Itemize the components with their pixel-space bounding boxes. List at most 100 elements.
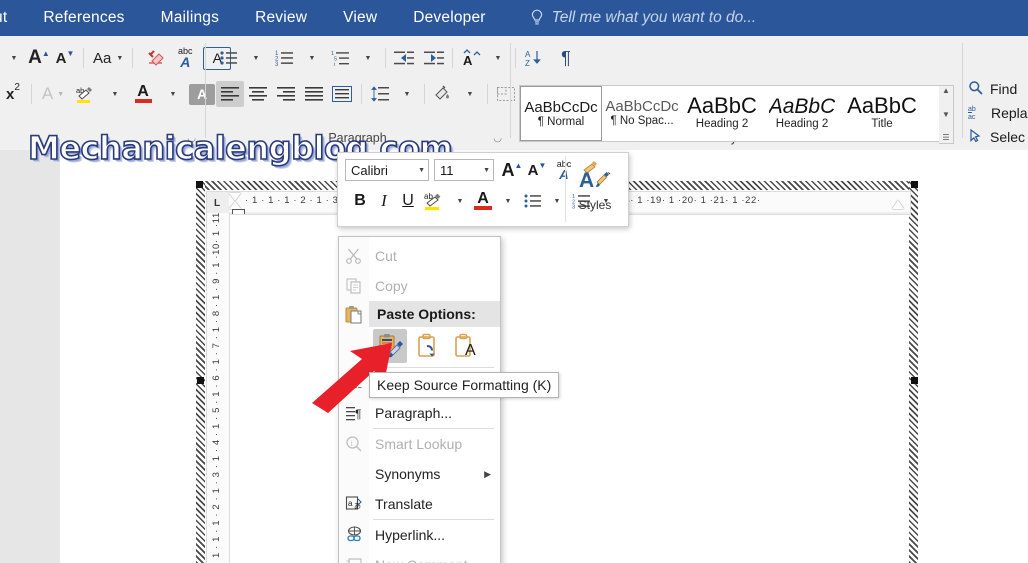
gallery-more-icon[interactable]: ☰	[942, 134, 949, 142]
tab-stop-selector[interactable]: L	[214, 198, 220, 209]
style-item-title[interactable]: AaBbC Title	[842, 86, 922, 139]
tab-review[interactable]: Review	[255, 9, 307, 27]
style-item-heading-2[interactable]: AaBbC Heading 2	[762, 86, 842, 139]
ribbon-tabs: ut References Mailings Review View Devel…	[0, 0, 1028, 36]
left-indent-marker[interactable]	[232, 209, 245, 214]
first-line-indent-marker[interactable]	[229, 193, 241, 201]
menu-item-synonyms[interactable]: Synonyms ▶	[339, 459, 500, 489]
mini-highlight-dropdown-arrow[interactable]: ▼	[448, 189, 470, 213]
mini-font-color-icon[interactable]: A	[470, 189, 496, 213]
text-outline-icon[interactable]: A ▼	[37, 81, 69, 107]
numbering-icon[interactable]: 123	[272, 45, 298, 71]
mini-styles-button[interactable]: A Styles	[565, 156, 624, 222]
font-color-icon[interactable]: A	[127, 81, 159, 107]
mini-bullets-dropdown-arrow[interactable]: ▼	[545, 189, 567, 213]
right-indent-marker[interactable]	[892, 200, 904, 209]
hanging-indent-marker[interactable]	[229, 201, 241, 209]
font-size-combo[interactable]: 11 ▼	[434, 159, 494, 181]
translate-icon: aあ	[339, 489, 369, 519]
style-name: Heading 2	[695, 118, 749, 130]
gallery-scroll-down-icon[interactable]: ▼	[942, 110, 950, 119]
italic-button[interactable]: I	[372, 189, 396, 213]
tab-references[interactable]: References	[43, 9, 124, 27]
superscript-2: 2	[14, 82, 20, 93]
font-size-value: 11	[440, 162, 454, 178]
resize-handle-top-right[interactable]	[911, 181, 918, 188]
menu-item-new-comment[interactable]: New Comment	[339, 550, 500, 563]
style-item-heading-1[interactable]: AaBbC Heading 2	[682, 86, 762, 139]
menu-item-cut[interactable]: Cut	[339, 241, 500, 271]
menu-label-synonyms: Synonyms	[375, 466, 441, 482]
grow-font-button[interactable]: A ▲	[26, 45, 52, 71]
phonetic-dropdown-arrow[interactable]: ▼	[484, 45, 510, 71]
phonetic-guide-icon[interactable]: A	[458, 45, 484, 71]
mini-shrink-font-button[interactable]: A ▼	[526, 158, 548, 182]
font-color-dropdown-arrow[interactable]: ▼	[159, 81, 185, 107]
paste-merge-formatting-button[interactable]	[411, 329, 445, 363]
line-spacing-icon[interactable]	[367, 81, 393, 107]
mini-font-color-dropdown-arrow[interactable]: ▼	[496, 189, 518, 213]
resize-handle-top-left[interactable]	[196, 181, 203, 188]
numbering-dropdown-arrow[interactable]: ▼	[298, 45, 324, 71]
frame-hatch-right	[909, 181, 918, 563]
resize-handle-middle-right[interactable]	[911, 377, 918, 384]
bold-button[interactable]: B	[348, 189, 372, 213]
mini-highlight-icon[interactable]: ab	[420, 189, 448, 213]
none-icon	[339, 459, 369, 489]
menu-item-smart-lookup[interactable]: i Smart Lookup	[339, 429, 500, 459]
find-label: Find	[990, 81, 1018, 97]
style-preview: AaBbC	[768, 95, 836, 117]
divider	[132, 48, 134, 68]
text-effects-a: A	[180, 54, 191, 70]
divider	[385, 48, 386, 68]
change-case-button[interactable]: Aa ▼	[89, 45, 127, 71]
replace-button[interactable]: ab ac Repla	[968, 101, 1028, 125]
mini-grow-font-button[interactable]: A ▲	[501, 158, 523, 182]
find-button[interactable]: Find	[968, 77, 1028, 101]
vertical-ruler[interactable]: · 1 · 1 · 1 · 2 · 1 · 3 · 1 · 4 · 1 · 5 …	[206, 213, 230, 563]
bullets-dropdown-arrow[interactable]: ▼	[242, 45, 268, 71]
distributed-icon[interactable]	[328, 81, 356, 107]
menu-item-hyperlink[interactable]: Hyperlink...	[339, 520, 500, 550]
tab-mailings[interactable]: Mailings	[161, 9, 219, 27]
tab-view[interactable]: View	[343, 9, 377, 27]
select-label: Selec	[990, 129, 1026, 145]
select-cursor-icon	[968, 128, 984, 147]
line-spacing-dropdown-arrow[interactable]: ▼	[393, 81, 419, 107]
align-center-icon[interactable]	[244, 81, 272, 107]
underline-button[interactable]: U	[396, 189, 420, 213]
style-item-no-spacing[interactable]: AaBbCcDc ¶ No Spac...	[602, 86, 682, 139]
superscript-button[interactable]: x2	[0, 81, 26, 107]
multilevel-list-icon[interactable]: 15i	[328, 45, 354, 71]
highlight-dropdown-arrow[interactable]: ▼	[101, 81, 127, 107]
shrink-font-button[interactable]: A ▼	[52, 45, 78, 71]
menu-item-translate[interactable]: aあ Translate	[339, 489, 500, 519]
font-name-value: Calibri	[351, 162, 388, 178]
paste-keep-text-only-button[interactable]: A	[449, 329, 483, 363]
font-name-combo[interactable]: Calibri ▼	[345, 159, 429, 181]
tab-layout[interactable]: ut	[0, 9, 7, 27]
font-size-dropdown-arrow[interactable]: ▼	[0, 45, 26, 71]
menu-item-copy[interactable]: Copy	[339, 271, 500, 301]
mini-bullets-icon[interactable]	[521, 189, 545, 213]
style-item-normal[interactable]: AaBbCcDc ¶ Normal	[520, 86, 602, 141]
text-effects-icon[interactable]: abc A	[172, 45, 198, 71]
paragraph-dialog-launcher[interactable]: ◡	[493, 133, 502, 144]
shading-icon[interactable]	[430, 81, 456, 107]
tell-me-box[interactable]: Tell me what you want to do...	[530, 9, 756, 27]
justify-icon[interactable]	[300, 81, 328, 107]
bullets-icon[interactable]	[216, 45, 242, 71]
select-button[interactable]: Selec	[968, 125, 1028, 149]
text-highlight-color-icon[interactable]: ab	[69, 81, 101, 107]
shading-dropdown-arrow[interactable]: ▼	[456, 81, 482, 107]
styles-gallery-scrollbar[interactable]: ▲ ▼ ☰	[939, 85, 954, 144]
resize-handle-middle-left[interactable]	[197, 377, 204, 384]
gallery-scroll-up-icon[interactable]: ▲	[942, 87, 950, 95]
clear-formatting-icon[interactable]	[141, 45, 167, 71]
align-left-icon[interactable]	[216, 81, 244, 107]
align-right-icon[interactable]	[272, 81, 300, 107]
increase-indent-icon[interactable]	[421, 45, 447, 71]
decrease-indent-icon[interactable]	[391, 45, 417, 71]
multilevel-dropdown-arrow[interactable]: ▼	[354, 45, 380, 71]
tab-developer[interactable]: Developer	[413, 9, 485, 27]
